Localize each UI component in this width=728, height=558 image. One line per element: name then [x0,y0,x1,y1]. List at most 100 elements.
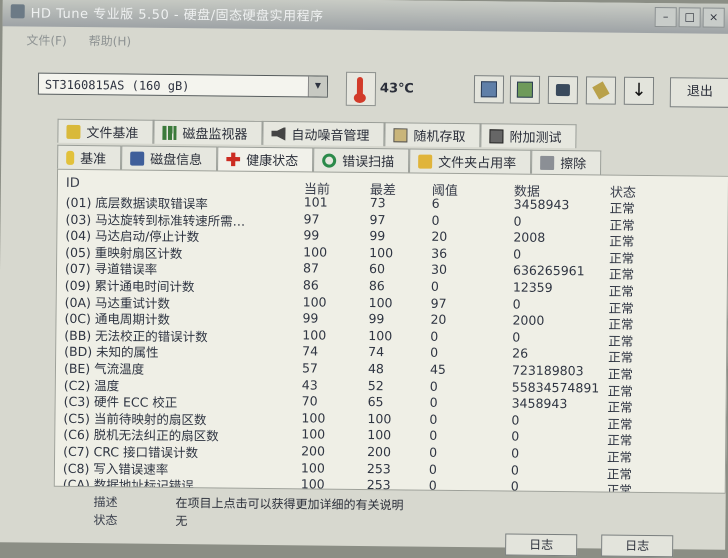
cell-current: 100 [302,327,327,343]
cell-threshold: 97 [430,295,447,311]
cell-worst: 100 [368,294,393,310]
tab-file-benchmark[interactable]: 文件基准 [57,118,154,144]
cell-current: 200 [301,443,326,459]
tab-error-scan[interactable]: 错误扫描 [313,147,410,173]
health-cross-icon [226,152,240,166]
file-benchmark-icon [66,124,81,139]
thermometer-icon [345,71,377,107]
monitor-chart-icon [162,125,177,140]
tab-label: 磁盘监视器 [182,127,248,143]
cell-current: 100 [300,476,325,492]
cell-data: 3458943 [513,196,570,213]
cell-data: 0 [513,213,522,229]
cell-threshold: 0 [429,411,438,427]
cell-threshold: 30 [430,262,448,278]
menu-file[interactable]: 文件(F) [26,31,66,48]
cell-data: 0 [511,445,520,461]
minimize-button[interactable]: – [654,7,677,28]
close-button[interactable]: × [702,7,725,28]
cell-worst: 253 [366,477,391,493]
tab-label: 文件夹占用率 [438,155,517,172]
table-body: (01) 底层数据读取错误率 101 73 6 3458943 正常 (03) 马达旋转到标… [55,192,728,494]
cell-current: 100 [302,293,327,310]
hdtune-window: HD Tune 专业版 5.50 - 硬盘/固态硬盘实用程序 – □ × 文件(… [0,0,728,558]
maximize-button[interactable]: □ [678,7,701,28]
cell-id: (CA) 数据地址标记错误 [62,476,194,494]
random-access-icon [393,127,408,142]
cell-threshold: 0 [431,212,440,228]
cell-threshold: 0 [429,378,438,394]
cell-current: 87 [302,260,320,276]
cell-data: 2008 [513,229,546,246]
tab-folder-usage[interactable]: 文件夹占用率 [409,148,532,174]
tab-benchmark[interactable]: 基准 [57,144,122,170]
cell-data: 723189803 [511,362,584,379]
trash-icon [540,155,555,170]
app-icon [10,4,25,19]
tab-label: 擦除 [560,157,587,173]
magnifier-icon [322,153,337,168]
cell-status: 正常 [606,482,632,494]
cell-data: 2000 [512,312,545,329]
tab-random-access[interactable]: 随机存取 [384,122,481,148]
tab-disk-monitor[interactable]: 磁盘监视器 [153,119,263,145]
cell-worst: 253 [366,460,391,476]
cell-current: 99 [303,227,320,243]
screenshot-button[interactable] [547,75,579,105]
cell-threshold: 36 [431,245,448,261]
cell-current: 97 [303,210,320,227]
tab-label: 磁盘信息 [150,152,203,169]
chevron-down-icon[interactable]: ▼ [307,76,328,97]
drive-select-value: ST3160815AS (160 gB) [44,77,190,94]
tab-label: 附加测试 [509,130,562,147]
cell-data: 26 [512,345,529,362]
tab-health[interactable]: 健康状态 [217,146,314,172]
cell-worst: 99 [369,228,386,244]
copy-info-icon [480,81,498,98]
tab-erase[interactable]: 擦除 [531,149,602,175]
camera-icon [555,84,570,97]
cell-current: 100 [301,410,326,426]
exclamation-icon [66,150,75,165]
menu-help[interactable]: 帮助(H) [89,32,132,49]
description-value: 在项目上点击可以获得更加详细的有关说明 [175,496,404,513]
cell-worst: 48 [367,360,384,377]
cell-threshold: 20 [430,311,447,328]
copy-info-button[interactable] [473,75,505,104]
down-arrow-icon: ↓ [631,79,647,101]
cell-worst: 99 [368,311,385,327]
tab-extra-tests[interactable]: 附加测试 [480,123,577,149]
description-label: 描述 [93,495,118,510]
save-button[interactable]: ↓ [623,76,655,106]
tab-disk-info[interactable]: 磁盘信息 [121,145,218,171]
cell-threshold: 0 [429,428,438,444]
window-controls: – □ × [654,7,725,28]
copy-screen-button[interactable] [509,75,541,104]
options-button[interactable] [585,76,617,105]
cell-threshold: 0 [429,444,438,460]
exit-button[interactable]: 退出 [669,77,728,108]
cell-threshold: 0 [430,278,439,294]
cell-threshold: 0 [429,394,438,410]
temperature-readout: 43℃ [379,81,414,97]
cell-worst: 73 [369,195,386,211]
cell-data: 0 [512,329,521,345]
copy-screen-icon [516,81,534,98]
drive-select[interactable]: ST3160815AS (160 gB) ▼ [37,72,329,98]
column-header-id[interactable]: ID [66,176,80,191]
tab-label: 健康状态 [246,153,299,170]
cell-threshold: 20 [431,228,448,245]
cell-threshold: 0 [430,328,439,344]
cell-current: 101 [303,194,328,210]
cell-worst: 200 [367,443,392,460]
cell-current: 100 [303,244,328,260]
tab-label: 文件基准 [86,126,139,142]
tab-label: 自动噪音管理 [291,128,370,145]
cell-current: 43 [301,376,318,393]
cell-worst: 100 [367,427,392,443]
status-label: 状态 [93,513,118,528]
cell-data: 636265961 [512,262,585,279]
status-value: 无 [175,514,188,529]
tab-aam[interactable]: 自动噪音管理 [262,120,385,147]
log-button-1[interactable]: 日志 [505,533,578,557]
